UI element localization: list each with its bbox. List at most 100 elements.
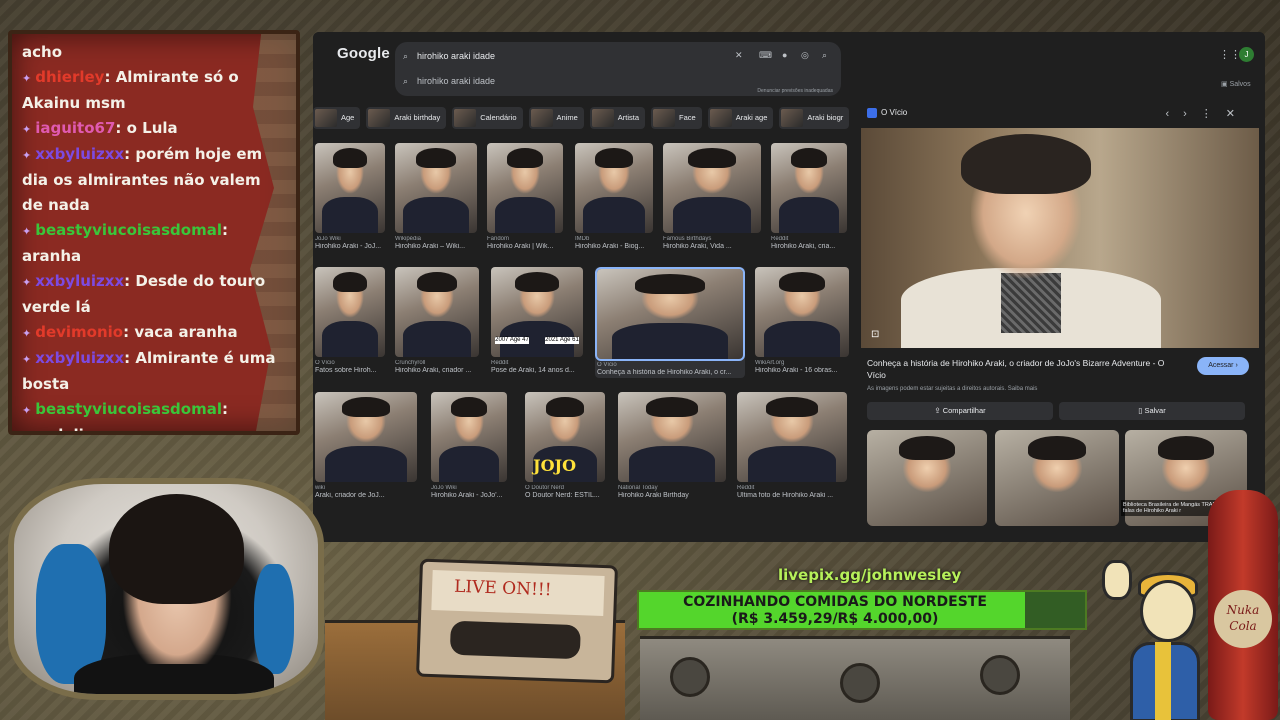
- image-result[interactable]: National Today Hirohiko Araki Birthday: [618, 392, 726, 499]
- result-caption[interactable]: Hirohiko Araki - 16 obras...: [755, 367, 849, 374]
- result-caption[interactable]: Pose de Araki, 14 anos d...: [491, 367, 583, 374]
- share-button[interactable]: ⇪ Compartilhar: [867, 402, 1053, 420]
- filter-chip[interactable]: Age: [313, 107, 361, 129]
- chat-username[interactable]: beastyviucoisasdomal: [35, 400, 222, 418]
- result-source[interactable]: JoJo Wiki: [315, 236, 385, 242]
- result-source[interactable]: O Doutor Nerd: [525, 485, 605, 491]
- image-result[interactable]: Wikipédia Hirohiko Araki – Wiki...: [395, 143, 477, 250]
- result-caption[interactable]: Hirohiko Araki - Biog...: [575, 243, 653, 250]
- visit-button[interactable]: Acessar ›: [1197, 357, 1249, 375]
- next-icon[interactable]: ›: [1183, 108, 1201, 120]
- result-source[interactable]: WikiArt.org: [755, 360, 849, 366]
- mic-icon[interactable]: ●: [782, 50, 787, 60]
- result-thumbnail[interactable]: [315, 392, 417, 482]
- result-caption[interactable]: Hirohiko Araki, criador ...: [395, 367, 479, 374]
- result-source[interactable]: Famous Birthdays: [663, 236, 761, 242]
- result-thumbnail[interactable]: [737, 392, 847, 482]
- filter-chip[interactable]: Calendário: [452, 107, 523, 129]
- chat-username[interactable]: beastyviucoisasdomal: [35, 221, 222, 239]
- result-caption[interactable]: Fatos sobre Hiroh...: [315, 367, 385, 374]
- filter-chip[interactable]: Araki birthday: [366, 107, 447, 129]
- image-result[interactable]: JoJo Wiki Hirohiko Araki - JoJ...: [315, 143, 385, 250]
- image-result[interactable]: Reddit Pose de Araki, 14 anos d... 2007 Ag…: [491, 267, 583, 374]
- account-avatar[interactable]: J: [1239, 47, 1254, 62]
- result-source[interactable]: Reddit: [771, 236, 847, 242]
- search-suggestion[interactable]: hirohiko araki idade: [417, 76, 495, 86]
- image-result[interactable]: Famous Birthdays Hirohiko Araki, Vida ...: [663, 143, 761, 250]
- result-caption[interactable]: Última foto de Hirohiko Araki ...: [737, 492, 847, 499]
- image-result[interactable]: Crunchyroll Hirohiko Araki, criador ...: [395, 267, 479, 374]
- related-image[interactable]: [867, 430, 987, 526]
- chat-username[interactable]: dhierley: [35, 68, 104, 86]
- chat-username[interactable]: xxbyluizxx: [35, 145, 124, 163]
- filter-chip[interactable]: Anime: [528, 107, 584, 129]
- result-source[interactable]: Fandom: [487, 236, 563, 242]
- preview-source[interactable]: O Vício: [867, 108, 907, 118]
- saved-link[interactable]: ▣ Salvos: [1221, 80, 1251, 88]
- result-source[interactable]: wiki: [315, 485, 417, 491]
- result-thumbnail[interactable]: [487, 143, 563, 233]
- prev-icon[interactable]: ‹: [1165, 108, 1183, 120]
- preview-title[interactable]: Conheça a história de Hirohiko Araki, o …: [867, 357, 1167, 381]
- result-caption[interactable]: Hirohiko Araki - JoJ...: [315, 243, 385, 250]
- image-result[interactable]: Reddit Hirohiko Araki, cria...: [771, 143, 847, 250]
- search-input[interactable]: hirohiko araki idade: [417, 51, 495, 61]
- result-thumbnail[interactable]: [315, 267, 385, 357]
- close-icon[interactable]: ✕: [1226, 108, 1249, 120]
- filter-chip[interactable]: Araki age: [707, 107, 774, 129]
- result-caption[interactable]: Hirohiko Araki - JoJo'...: [431, 492, 507, 499]
- result-source[interactable]: Reddit: [737, 485, 847, 491]
- chat-username[interactable]: xxbyluizxx: [35, 349, 124, 367]
- result-source[interactable]: O Vício: [315, 360, 385, 366]
- chat-username[interactable]: xxbyluizxx: [35, 272, 124, 290]
- filter-chip[interactable]: Araki biogr: [779, 107, 850, 129]
- image-result[interactable]: O Vício Conheça a história de Hirohiko Ar…: [595, 267, 745, 378]
- result-caption[interactable]: O Doutor Nerd: ESTIL...: [525, 492, 605, 499]
- result-caption[interactable]: Conheça a história de Hirohiko Araki, o …: [597, 369, 743, 376]
- result-source[interactable]: Wikipédia: [395, 236, 477, 242]
- lens-icon[interactable]: ◎: [801, 50, 809, 61]
- more-icon[interactable]: ⋮: [1201, 108, 1226, 120]
- image-result[interactable]: Reddit Última foto de Hirohiko Araki ...: [737, 392, 847, 499]
- result-thumbnail[interactable]: [595, 267, 745, 361]
- result-caption[interactable]: Hirohiko Araki, Vida ...: [663, 243, 761, 250]
- result-caption[interactable]: Araki, criador de JoJ...: [315, 492, 417, 499]
- image-result[interactable]: JoJo Wiki Hirohiko Araki - JoJo'...: [431, 392, 507, 499]
- search-box[interactable]: ⌕ hirohiko araki idade ⌕ hirohiko araki …: [395, 42, 841, 96]
- result-thumbnail[interactable]: [315, 143, 385, 233]
- filter-chip[interactable]: Artista: [589, 107, 646, 129]
- image-result[interactable]: O Vício Fatos sobre Hiroh...: [315, 267, 385, 374]
- result-thumbnail[interactable]: [755, 267, 849, 357]
- preview-image[interactable]: ⊡: [861, 128, 1259, 348]
- result-thumbnail[interactable]: [431, 392, 507, 482]
- result-thumbnail[interactable]: [663, 143, 761, 233]
- result-caption[interactable]: Hirohiko Araki | Wik...: [487, 243, 563, 250]
- report-predictions-link[interactable]: Denunciar previsões inadequadas: [757, 88, 833, 94]
- result-source[interactable]: Reddit: [491, 360, 583, 366]
- image-result[interactable]: Fandom Hirohiko Araki | Wik...: [487, 143, 563, 250]
- save-button[interactable]: ▯ Salvar: [1059, 402, 1245, 420]
- image-result[interactable]: O Doutor Nerd O Doutor Nerd: ESTIL... JOJO: [525, 392, 605, 499]
- result-thumbnail[interactable]: [575, 143, 653, 233]
- result-caption[interactable]: Hirohiko Araki, cria...: [771, 243, 847, 250]
- google-logo[interactable]: Google: [337, 45, 390, 62]
- image-result[interactable]: wiki Araki, criador de JoJ...: [315, 392, 417, 499]
- search-submit-icon[interactable]: ⌕: [822, 50, 827, 61]
- related-image[interactable]: [995, 430, 1119, 526]
- result-thumbnail[interactable]: [395, 267, 479, 357]
- result-source[interactable]: IMDb: [575, 236, 653, 242]
- result-thumbnail[interactable]: [618, 392, 726, 482]
- result-thumbnail[interactable]: [771, 143, 847, 233]
- result-source[interactable]: Crunchyroll: [395, 360, 479, 366]
- result-caption[interactable]: Hirohiko Araki Birthday: [618, 492, 726, 499]
- chat-username[interactable]: devimonio: [35, 323, 123, 341]
- image-result[interactable]: WikiArt.org Hirohiko Araki - 16 obras...: [755, 267, 849, 374]
- result-source[interactable]: National Today: [618, 485, 726, 491]
- result-caption[interactable]: Hirohiko Araki – Wiki...: [395, 243, 477, 250]
- filter-chip[interactable]: Face: [651, 107, 702, 129]
- image-result[interactable]: IMDb Hirohiko Araki - Biog...: [575, 143, 653, 250]
- result-thumbnail[interactable]: [395, 143, 477, 233]
- apps-grid-icon[interactable]: ⋮⋮: [1219, 48, 1241, 61]
- result-source[interactable]: JoJo Wiki: [431, 485, 507, 491]
- result-source[interactable]: O Vício: [597, 362, 743, 368]
